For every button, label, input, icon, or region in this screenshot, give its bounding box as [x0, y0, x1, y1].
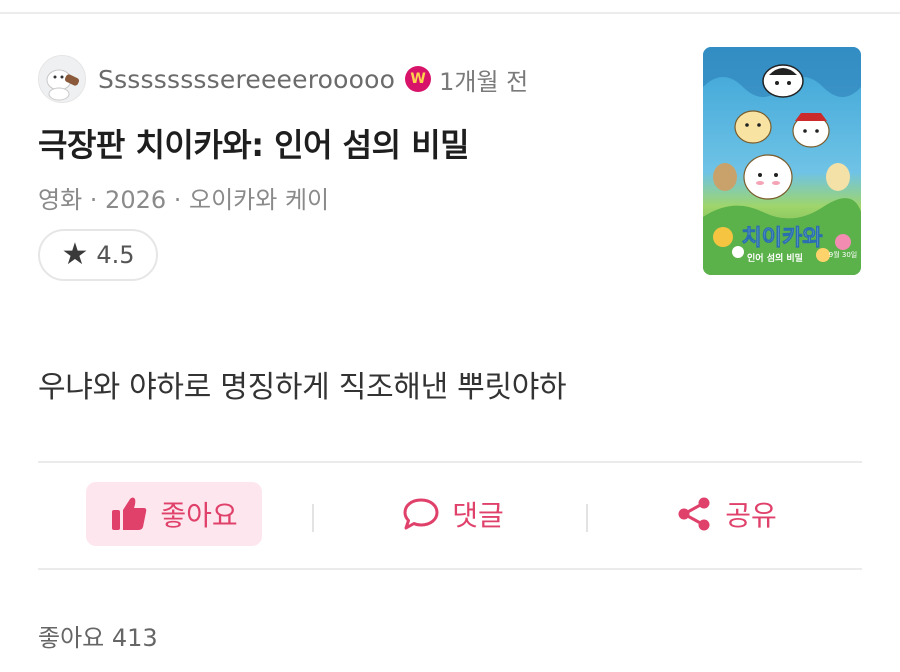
comment-label: 댓글 [452, 499, 504, 532]
thumbs-up-icon [112, 497, 147, 530]
action-bar: 좋아요 댓글 공유 [38, 476, 862, 576]
like-label: 좋아요 [160, 499, 238, 532]
post-time: 1개월 전 [439, 67, 529, 96]
content-title[interactable]: 극장판 치이카와: 인어 섬의 비밀 [38, 120, 470, 166]
badge-letter: W [410, 71, 426, 87]
star-icon: ★ [61, 237, 89, 272]
verified-badge-icon: W [405, 66, 432, 92]
comment-button[interactable]: 댓글 [393, 482, 513, 546]
share-label: 공유 [725, 499, 777, 532]
rating-badge: ★ 4.5 [38, 229, 158, 281]
content-meta: 영화 · 2026 · 오이카와 케이 [38, 186, 330, 214]
action-separator [586, 504, 588, 532]
author-row[interactable]: Sssssssssereeeerooooo W 1개월 전 [38, 54, 528, 104]
divider-top [38, 461, 862, 463]
likes-count[interactable]: 좋아요 413 [38, 618, 158, 653]
share-button[interactable]: 공유 [666, 482, 786, 546]
poster-title: 치이카와 [742, 226, 823, 251]
avatar[interactable] [38, 55, 86, 103]
review-text: 우냐와 야하로 명징하게 직조해낸 뿌릿야하 [38, 370, 567, 405]
rating-value: 4.5 [96, 241, 135, 269]
like-button[interactable]: 좋아요 [86, 482, 262, 546]
comment-bubble-icon [403, 498, 439, 530]
poster-subtitle: 인어 섬의 비밀 [747, 252, 803, 264]
author-name[interactable]: Sssssssssereeeerooooo [98, 65, 395, 94]
divider-bottom [38, 568, 862, 570]
poster-date: 9월 30일 [829, 250, 857, 259]
share-icon [678, 497, 710, 531]
action-separator [312, 504, 314, 532]
review-card: Sssssssssereeeerooooo W 1개월 전 극장판 치이카와: … [0, 14, 900, 672]
movie-poster[interactable]: 치이카와 인어 섬의 비밀 9월 30일 [703, 47, 861, 275]
